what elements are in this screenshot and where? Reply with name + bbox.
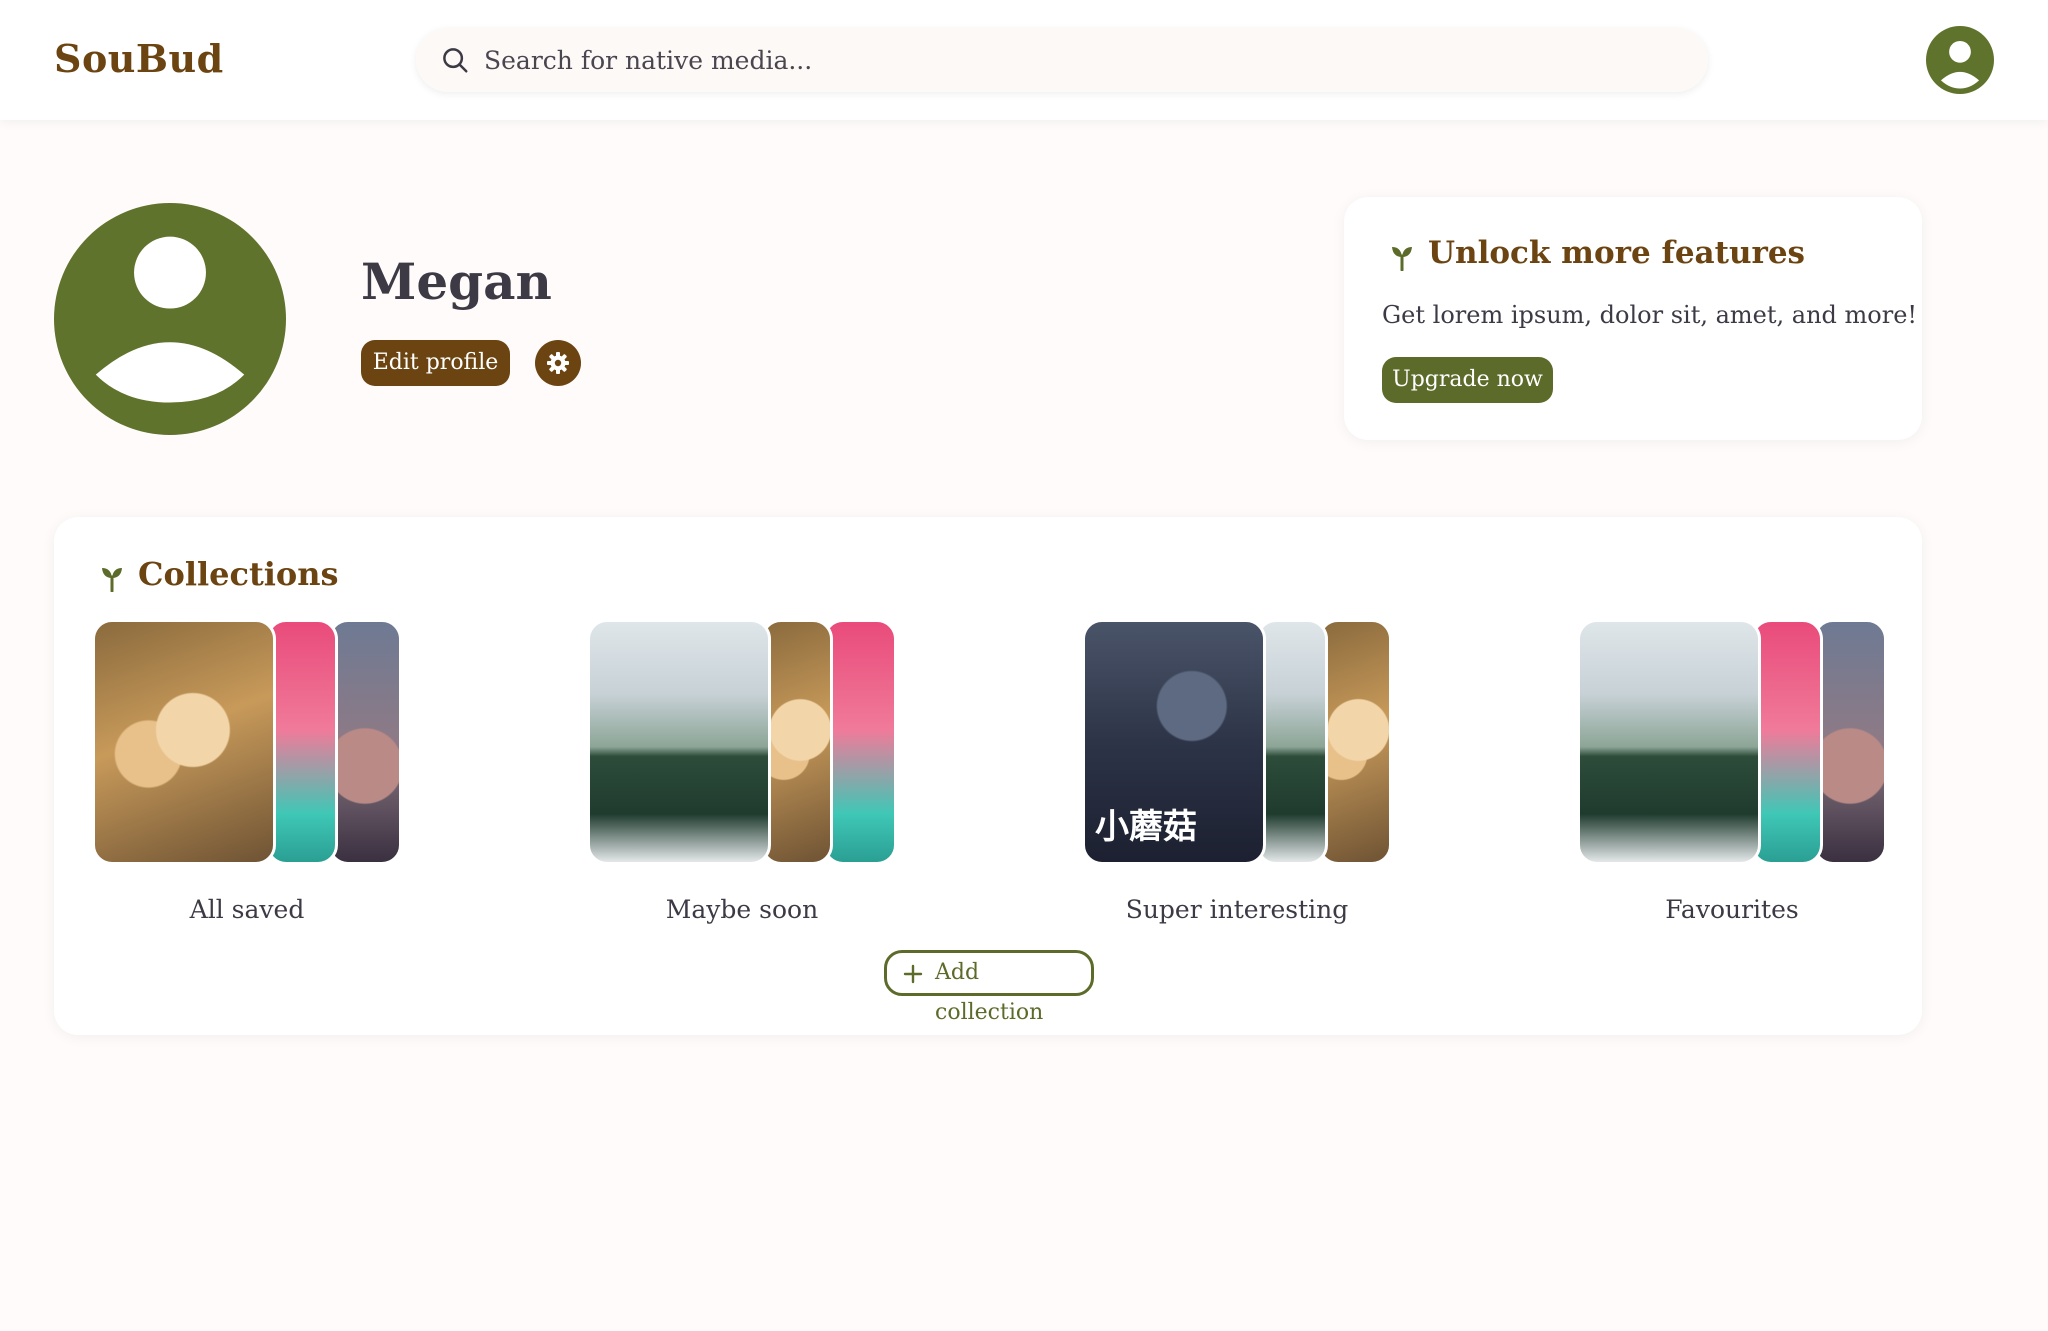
sprout-icon <box>1392 247 1412 271</box>
add-collection-label: Add collection <box>935 960 1044 1025</box>
poster-image <box>92 619 276 865</box>
sprout-icon <box>102 568 122 592</box>
poster-image <box>1751 619 1823 865</box>
collections-title: Collections <box>138 555 339 593</box>
poster-image <box>1318 619 1392 865</box>
profile-name: Megan <box>361 252 552 311</box>
collection-label: All saved <box>189 895 305 924</box>
profile-avatar <box>54 203 286 435</box>
poster-image <box>1577 619 1761 865</box>
upgrade-now-button[interactable]: Upgrade now <box>1382 357 1553 403</box>
collection-label: Super interesting <box>1125 895 1349 924</box>
poster-image <box>1813 619 1887 865</box>
top-bar: SouBud <box>0 0 2048 120</box>
collection-cover-stack[interactable] <box>1577 619 1887 865</box>
collection-favourites[interactable]: Favourites <box>1577 619 1887 939</box>
poster-image <box>587 619 771 865</box>
search-input[interactable] <box>484 28 1674 92</box>
collection-super-interesting[interactable]: 小蘑菇 Super interesting <box>1082 619 1392 939</box>
gear-icon <box>547 352 569 374</box>
poster-image <box>823 619 897 865</box>
collection-label: Favourites <box>1665 895 1799 924</box>
poster-title: 小蘑菇 <box>1095 807 1197 847</box>
poster-image <box>266 619 338 865</box>
collection-cover-stack[interactable] <box>587 619 897 865</box>
collection-label: Maybe soon <box>665 895 819 924</box>
settings-button[interactable] <box>535 340 581 386</box>
poster-image <box>1256 619 1328 865</box>
search-icon <box>443 48 468 73</box>
upgrade-card: Unlock more features Get lorem ipsum, do… <box>1344 197 1922 440</box>
app-logo[interactable]: SouBud <box>54 36 224 81</box>
upgrade-title: Unlock more features <box>1428 235 1806 271</box>
collections-card: Collections All saved Maybe soon 小蘑菇 Sup… <box>54 517 1922 1035</box>
poster-image: 小蘑菇 <box>1082 619 1266 865</box>
collection-cover-stack[interactable]: 小蘑菇 <box>1082 619 1392 865</box>
collection-all-saved[interactable]: All saved <box>92 619 402 939</box>
upgrade-description: Get lorem ipsum, dolor sit, amet, and mo… <box>1382 301 1918 329</box>
add-collection-button[interactable]: Add collection <box>884 950 1094 1025</box>
poster-image <box>761 619 833 865</box>
collection-maybe-soon[interactable]: Maybe soon <box>587 619 897 939</box>
plus-icon <box>903 964 923 984</box>
search-bar[interactable] <box>416 28 1708 92</box>
user-avatar-icon[interactable] <box>1926 26 1994 94</box>
edit-profile-button[interactable]: Edit profile <box>361 340 510 386</box>
poster-image <box>328 619 402 865</box>
collection-cover-stack[interactable] <box>92 619 402 865</box>
